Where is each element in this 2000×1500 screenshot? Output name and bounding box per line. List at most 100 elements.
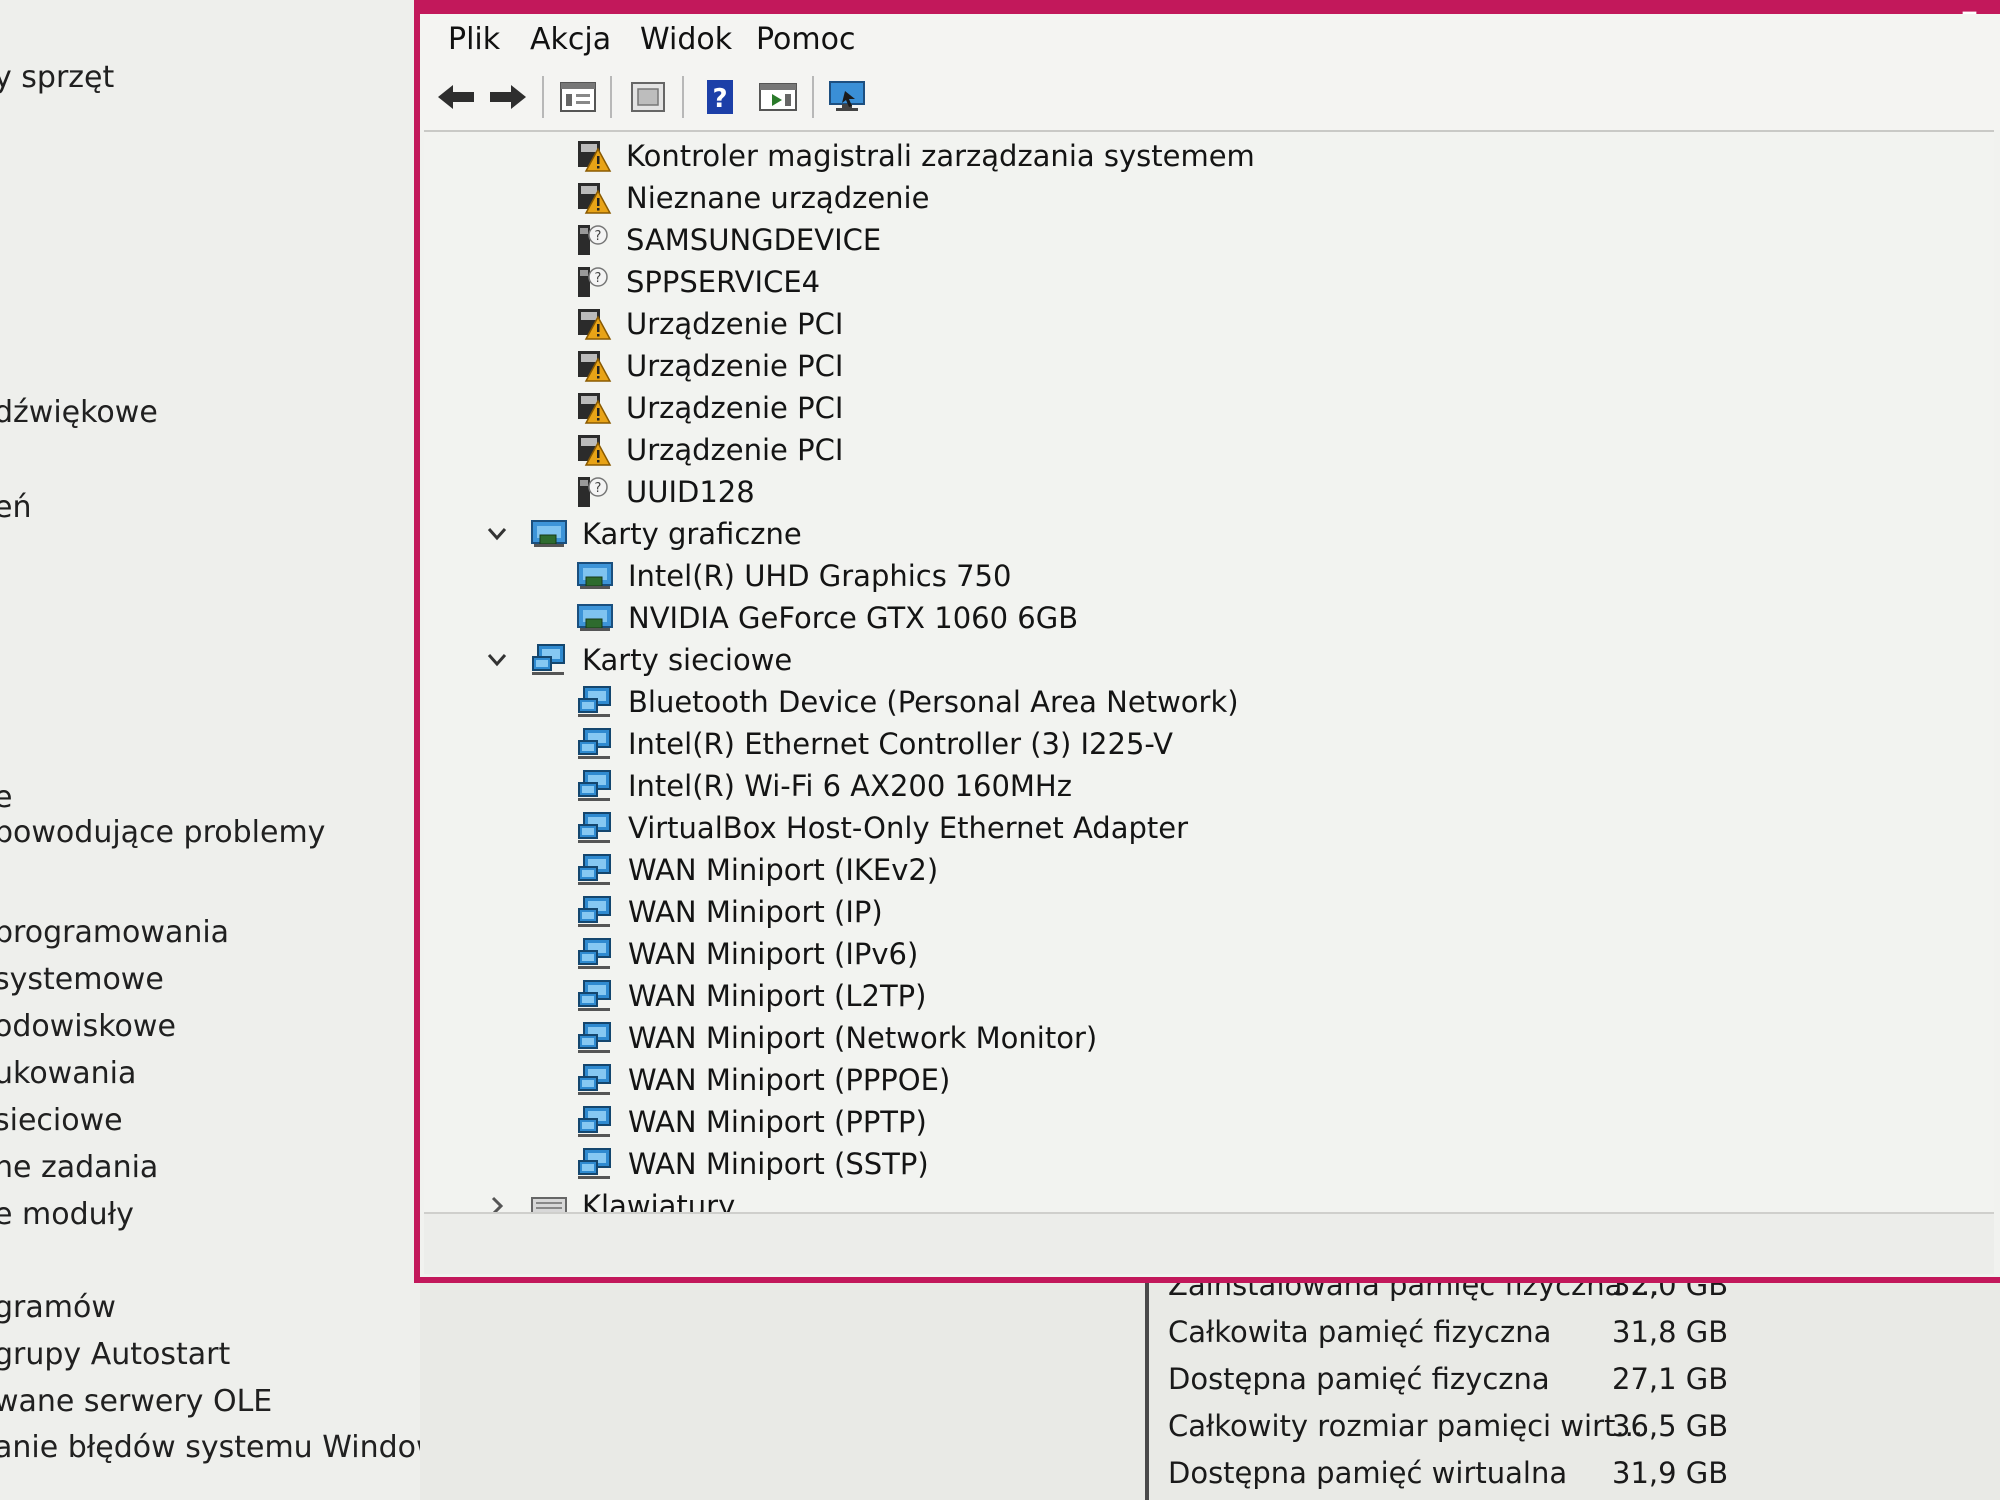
warning-device-icon	[576, 349, 612, 383]
network-adapter-icon	[576, 1063, 614, 1097]
device-label: WAN Miniport (IKEv2)	[628, 853, 939, 887]
forward-button[interactable]	[486, 74, 530, 120]
msinfo-tree-item[interactable]: y sprzęt	[0, 60, 114, 95]
device-item[interactable]: Bluetooth Device (Personal Area Network)	[576, 682, 1239, 722]
device-item[interactable]: Kontroler magistrali zarządzania systeme…	[576, 136, 1255, 176]
device-label: WAN Miniport (IP)	[628, 895, 883, 929]
category-keyboards[interactable]: Klawiatury	[491, 1186, 736, 1212]
menu-file[interactable]: Plik	[448, 22, 500, 57]
device-item[interactable]: WAN Miniport (IKEv2)	[576, 850, 938, 890]
svg-text:?: ?	[595, 271, 602, 286]
menu-help[interactable]: Pomoc	[756, 22, 855, 57]
device-label: Urządzenie PCI	[626, 433, 844, 467]
device-label: VirtualBox Host-Only Ethernet Adapter	[628, 811, 1189, 845]
svg-text:?: ?	[712, 84, 727, 114]
summary-item-name: Dostępna pamięć fizyczna	[1168, 1362, 1550, 1396]
monitor-scan-icon	[829, 81, 865, 111]
view-resources-button[interactable]	[756, 74, 800, 120]
device-item[interactable]: Urządzenie PCI	[576, 388, 843, 428]
device-label: Urządzenie PCI	[626, 349, 844, 383]
msinfo-tree-item[interactable]: eń	[0, 490, 31, 525]
device-item[interactable]: WAN Miniport (Network Monitor)	[576, 1018, 1097, 1058]
msinfo-tree-item[interactable]: ne zadania	[0, 1150, 158, 1185]
device-item[interactable]: WAN Miniport (IP)	[576, 892, 883, 932]
help-icon: ?	[707, 80, 733, 114]
device-item[interactable]: WAN Miniport (PPPOE)	[576, 1060, 950, 1100]
msinfo-tree-item[interactable]: ukowania	[0, 1056, 136, 1091]
help-button[interactable]: ?	[698, 74, 742, 120]
update-driver-button[interactable]	[626, 74, 670, 120]
summary-item-value: 36,5 GB	[1612, 1409, 1729, 1443]
msinfo-tree-item[interactable]: wane serwery OLE	[0, 1384, 272, 1419]
properties-icon	[560, 82, 596, 112]
msinfo-tree-item[interactable]: odowiskowe	[0, 1009, 176, 1044]
display-adapter-icon	[576, 602, 614, 634]
network-adapter-icon	[576, 811, 614, 845]
menu-view[interactable]: Widok	[640, 22, 732, 57]
device-manager-window: – Plik Akcja Widok Pomoc ?	[414, 0, 2000, 1283]
device-item[interactable]: WAN Miniport (L2TP)	[576, 976, 926, 1016]
msinfo-tree-item[interactable]: e moduły	[0, 1197, 134, 1232]
svg-text:?: ?	[595, 229, 602, 244]
device-item[interactable]: ? SPPSERVICE4	[576, 262, 820, 302]
device-item[interactable]: Intel(R) Wi-Fi 6 AX200 160MHz	[576, 766, 1072, 806]
toolbar: ?	[420, 68, 2000, 130]
device-item[interactable]: ? UUID128	[576, 472, 755, 512]
device-item[interactable]: ? SAMSUNGDEVICE	[576, 220, 881, 260]
back-button[interactable]	[434, 74, 478, 120]
device-item[interactable]: Intel(R) UHD Graphics 750	[576, 556, 1011, 596]
chevron-down-icon[interactable]	[484, 521, 510, 547]
msinfo-column-divider	[1145, 1275, 1149, 1500]
msinfo-tree-item[interactable]: e	[0, 780, 12, 815]
warning-device-icon	[576, 391, 612, 425]
network-adapter-icon	[576, 1147, 614, 1181]
category-graphics[interactable]: Karty graficzne	[487, 514, 802, 554]
chevron-down-icon[interactable]	[484, 647, 510, 673]
arrow-left-icon	[438, 85, 474, 109]
device-item[interactable]: NVIDIA GeForce GTX 1060 6GB	[576, 598, 1078, 638]
device-item[interactable]: WAN Miniport (SSTP)	[576, 1144, 929, 1184]
network-adapter-icon	[576, 685, 614, 719]
device-label: Bluetooth Device (Personal Area Network)	[628, 685, 1239, 719]
menu-action[interactable]: Akcja	[530, 22, 611, 57]
summary-item-value: 27,1 GB	[1612, 1362, 1729, 1396]
msinfo-tree-item[interactable]: programowania	[0, 915, 229, 950]
network-adapter-icon	[530, 643, 568, 677]
network-adapter-icon	[576, 1105, 614, 1139]
msinfo-tree-item[interactable]: powodujące problemy	[0, 815, 325, 850]
device-tree: Kontroler magistrali zarządzania systeme…	[424, 130, 1994, 1212]
category-network[interactable]: Karty sieciowe	[487, 640, 792, 680]
device-item[interactable]: WAN Miniport (PPTP)	[576, 1102, 927, 1142]
driver-icon	[631, 82, 665, 112]
msinfo-tree-item[interactable]: systemowe	[0, 962, 164, 997]
device-label: UUID128	[626, 475, 755, 509]
device-item[interactable]: WAN Miniport (IPv6)	[576, 934, 918, 974]
device-label: WAN Miniport (PPPOE)	[628, 1063, 951, 1097]
msinfo-tree-item[interactable]: dźwiękowe	[0, 395, 158, 430]
properties-button[interactable]	[556, 74, 600, 120]
device-item[interactable]: Intel(R) Ethernet Controller (3) I225-V	[576, 724, 1173, 764]
scan-hardware-button[interactable]	[826, 74, 870, 120]
status-bar	[424, 1212, 1994, 1274]
msinfo-tree-item[interactable]: sieciowe	[0, 1103, 123, 1138]
device-label: Intel(R) Ethernet Controller (3) I225-V	[628, 727, 1174, 761]
device-item[interactable]: Urządzenie PCI	[576, 304, 843, 344]
device-item[interactable]: Nieznane urządzenie	[576, 178, 929, 218]
toolbar-separator	[542, 76, 544, 118]
display-adapter-icon	[576, 560, 614, 592]
msinfo-tree-item[interactable]: anie błędów systemu Windows	[0, 1430, 456, 1465]
warning-device-icon	[576, 307, 612, 341]
device-label: Intel(R) Wi-Fi 6 AX200 160MHz	[628, 769, 1072, 803]
toolbar-separator	[682, 76, 684, 118]
device-item[interactable]: VirtualBox Host-Only Ethernet Adapter	[576, 808, 1188, 848]
summary-item-name: Dostępna pamięć wirtualna	[1168, 1456, 1568, 1490]
device-item[interactable]: Urządzenie PCI	[576, 346, 843, 386]
device-label: WAN Miniport (SSTP)	[628, 1147, 929, 1181]
device-label: NVIDIA GeForce GTX 1060 6GB	[628, 601, 1079, 635]
device-label: Klawiatury	[582, 1189, 736, 1212]
warning-device-icon	[576, 139, 612, 173]
chevron-right-icon[interactable]	[484, 1193, 510, 1212]
msinfo-tree-item[interactable]: grupy Autostart	[0, 1337, 230, 1372]
msinfo-tree-item[interactable]: gramów	[0, 1290, 116, 1325]
device-item[interactable]: Urządzenie PCI	[576, 430, 843, 470]
